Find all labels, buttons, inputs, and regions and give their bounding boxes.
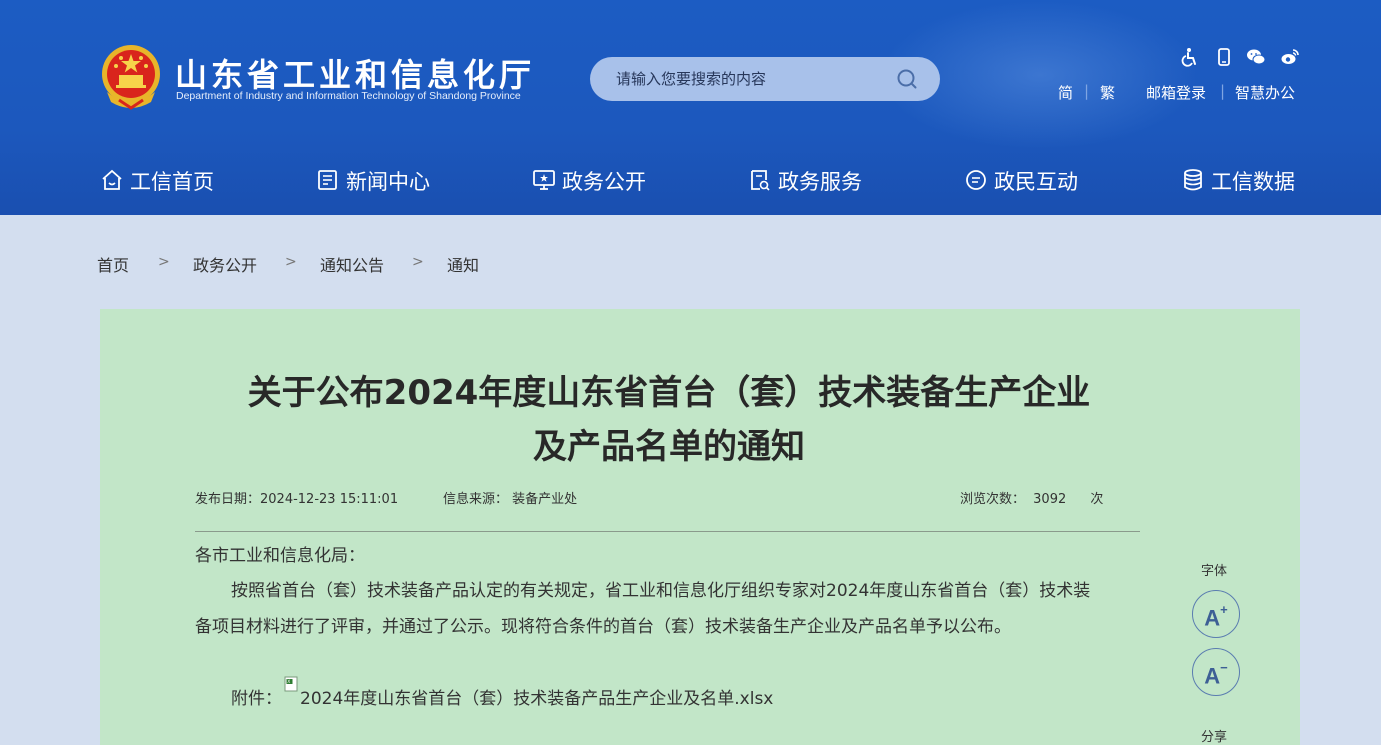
service-icon (751, 170, 770, 191)
font-decrease-button[interactable]: A− (1192, 648, 1240, 696)
separator: | (1084, 82, 1090, 100)
font-increase-letter: A (1204, 605, 1221, 631)
info-source-value: 装备产业处 (512, 492, 578, 507)
simplified-chinese-link[interactable]: 简 (1058, 82, 1073, 103)
utility-links: 简 | 繁 邮箱登录 | 智慧办公 (1058, 82, 1318, 102)
weibo-icon[interactable] (1280, 47, 1300, 67)
monitor-icon (533, 170, 555, 190)
article-panel: 关于公布2024年度山东省首台（套）技术装备生产企业 及产品名单的通知 发布日期… (100, 309, 1300, 745)
mail-login-link[interactable]: 邮箱登录 (1146, 82, 1206, 103)
view-count-unit: 次 (1090, 492, 1104, 507)
accessibility-icon[interactable] (1180, 47, 1200, 67)
article-title-line: 关于公布2024年度山东省首台（套）技术装备生产企业 (247, 373, 1091, 413)
separator: | (1220, 82, 1226, 100)
breadcrumb-home[interactable]: 首页 (97, 252, 129, 276)
search-input[interactable] (590, 57, 890, 101)
paragraph-line: 备项目材料进行了评审，并通过了公示。现将符合条件的首台（套）技术装备生产企业及产… (195, 617, 1011, 637)
info-source-label: 信息来源： (443, 492, 509, 507)
breadcrumb-separator: > (285, 254, 297, 270)
home-icon (102, 169, 122, 190)
mobile-icon[interactable] (1214, 47, 1234, 67)
chat-icon (966, 170, 986, 190)
smart-office-link[interactable]: 智慧办公 (1235, 82, 1295, 103)
nav-item-label: 工信数据 (1211, 170, 1295, 194)
nav-item-label: 新闻中心 (346, 170, 430, 194)
site-header: 山东省工业和信息化厅 Department of Industry and In… (0, 0, 1381, 215)
salutation: 各市工业和信息化局： (195, 546, 365, 566)
font-decrease-letter: A (1204, 663, 1221, 689)
document-icon (318, 170, 337, 190)
paragraph-line: 按照省首台（套）技术装备产品认定的有关规定，省工业和信息化厅组织专家对2024年… (231, 581, 1091, 601)
nav-item-label: 政民互动 (994, 170, 1078, 194)
search-icon[interactable] (896, 68, 918, 90)
info-source: 信息来源： 装备产业处 (443, 488, 577, 507)
publish-date: 发布日期：2024-12-23 15:11:01 (195, 488, 398, 507)
site-subtitle: Department of Industry and Information T… (176, 90, 521, 102)
database-icon (1184, 169, 1202, 191)
svg-text:X: X (287, 679, 290, 685)
search-bar (590, 57, 940, 101)
minus-icon: − (1220, 660, 1228, 675)
article-title-line: 及产品名单的通知 (533, 427, 805, 467)
breadcrumb-gov-affairs[interactable]: 政务公开 (193, 252, 257, 276)
publish-date-value: 2024-12-23 15:11:01 (260, 492, 399, 507)
breadcrumb-notice[interactable]: 通知 (447, 252, 479, 276)
breadcrumb-separator: > (158, 254, 170, 270)
breadcrumb: 首页 > 政务公开 > 通知公告 > 通知 (97, 252, 517, 276)
divider (195, 531, 1140, 532)
article-title: 关于公布2024年度山东省首台（套）技术装备生产企业 及产品名单的通知 (195, 366, 1143, 474)
wechat-icon[interactable] (1246, 47, 1266, 67)
breadcrumb-announcements[interactable]: 通知公告 (320, 252, 384, 276)
view-count-label: 浏览次数： (960, 492, 1026, 507)
nav-item-label: 工信首页 (130, 170, 214, 194)
national-emblem-icon[interactable] (99, 44, 163, 110)
font-increase-button[interactable]: A+ (1192, 590, 1240, 638)
font-size-label: 字体 (1201, 564, 1228, 579)
view-count-value: 3092 (1033, 492, 1067, 507)
traditional-chinese-link[interactable]: 繁 (1100, 82, 1115, 103)
breadcrumb-separator: > (412, 254, 424, 270)
nav-item-label: 政务服务 (778, 170, 862, 194)
publish-date-label: 发布日期： (195, 492, 261, 507)
utility-icons (1176, 47, 1306, 69)
plus-icon: + (1220, 602, 1228, 617)
excel-file-icon: X (284, 676, 298, 692)
attachment-link[interactable]: 2024年度山东省首台（套）技术装备产品生产企业及名单.xlsx (300, 684, 773, 709)
nav-item-label: 政务公开 (562, 170, 646, 194)
view-count: 浏览次数： 3092 次 (960, 488, 1103, 507)
share-label: 分享 (1201, 730, 1228, 745)
